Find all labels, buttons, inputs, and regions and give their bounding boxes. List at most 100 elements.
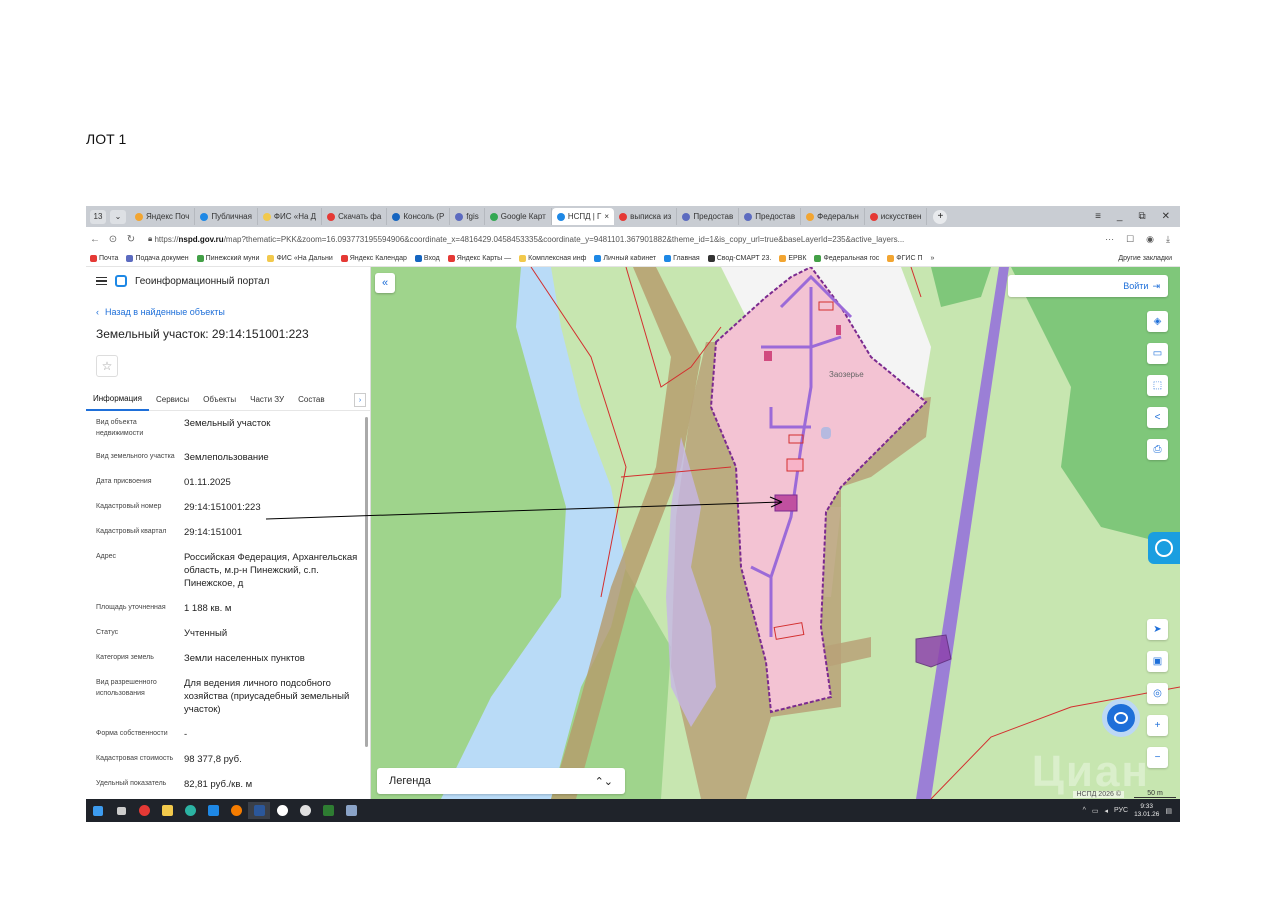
share-icon[interactable]: <	[1147, 407, 1168, 428]
edge-icon[interactable]	[179, 802, 201, 819]
start-icon[interactable]	[87, 802, 109, 819]
browser-tab[interactable]: Google Карт	[485, 208, 552, 225]
bookmarks-more[interactable]: »	[926, 255, 938, 262]
close-tab-icon[interactable]: ×	[604, 212, 609, 221]
download-icon[interactable]: ⤓	[1166, 234, 1170, 245]
bookmark-item[interactable]: Федеральная гос	[810, 255, 883, 262]
attribute-label: Категория земель	[96, 654, 154, 661]
bookmark-item[interactable]: Пинежский муни	[193, 255, 264, 262]
tab-3[interactable]: Части ЗУ	[243, 389, 291, 411]
tab-count-button[interactable]: 13	[90, 209, 106, 224]
chat-button[interactable]	[1102, 699, 1140, 737]
clock[interactable]: 9:33 13.01.26	[1134, 803, 1159, 819]
tab-1[interactable]: Сервисы	[149, 389, 196, 411]
bookmark-item[interactable]: ЕРВК	[775, 255, 810, 262]
tray-arrow-icon[interactable]: ^	[1083, 807, 1086, 814]
restore-icon[interactable]: ⧉	[1138, 211, 1145, 222]
mail-icon[interactable]	[202, 802, 224, 819]
minimap-icon[interactable]: ▣	[1147, 651, 1168, 672]
bookmark-favicon-icon	[267, 255, 275, 262]
attribute-label: Вид объекта недвижимости	[96, 419, 144, 437]
chevron-right-icon[interactable]: ›	[354, 393, 366, 407]
yandex-browser-icon[interactable]	[271, 802, 293, 819]
volume-icon[interactable]: ◂	[1105, 807, 1109, 815]
language-indicator[interactable]: РУС	[1114, 807, 1128, 814]
bookmark-item[interactable]: ФГИС П	[883, 255, 926, 262]
browser-tab[interactable]: выписка из	[614, 208, 678, 225]
attribute-label: Вид разрешенного использования	[96, 679, 157, 697]
login-button[interactable]: Войти ⇥	[1008, 275, 1168, 297]
word-icon[interactable]	[248, 802, 270, 819]
browser-tab[interactable]: Публичная	[195, 208, 258, 225]
url-field[interactable]: 🔒︎ https://nspd.gov.ru/map?thematic=PKK&…	[148, 231, 1095, 248]
other-bookmarks[interactable]: Другие закладки	[1114, 255, 1180, 262]
ruler-icon[interactable]: ▭	[1147, 343, 1168, 364]
zoom-in-icon[interactable]: +	[1147, 715, 1168, 736]
zoom-out-icon[interactable]: −	[1147, 747, 1168, 768]
app-icon[interactable]	[294, 802, 316, 819]
browser-tab[interactable]: Предостав	[677, 208, 740, 225]
bookmark-item[interactable]: Личный кабинет	[590, 255, 660, 262]
minimize-icon[interactable]: _	[1117, 211, 1123, 222]
bookmark-item[interactable]: Вход	[411, 255, 444, 262]
attribute-value: Земельный участок	[184, 418, 271, 429]
bookmark-item[interactable]: Подача докумен	[122, 255, 192, 262]
more-icon[interactable]: ···	[1105, 234, 1114, 245]
tab-label: fgis	[466, 212, 479, 221]
bookmark-item[interactable]: Яндекс Календар	[337, 255, 411, 262]
forward-icon[interactable]: ⊙	[104, 234, 122, 245]
chevron-down-icon[interactable]: ⌄	[110, 209, 126, 224]
locate-icon[interactable]: ➤	[1147, 619, 1168, 640]
tab-4[interactable]: Состав	[291, 389, 332, 411]
bookmark-item[interactable]: Комплексная инф	[515, 255, 590, 262]
bookmark-item[interactable]: Яндекс Карты —	[444, 255, 515, 262]
legend-dropdown[interactable]: Легенда ⌃⌄	[377, 768, 625, 794]
tab-2[interactable]: Объекты	[196, 389, 243, 411]
back-icon[interactable]: ←	[86, 234, 104, 245]
tab-favicon-icon	[392, 212, 401, 221]
browser-tab[interactable]: НСПД | Г ×	[551, 208, 615, 225]
collapse-panel-button[interactable]: «	[375, 273, 395, 293]
browser-tab[interactable]: Яндекс Поч	[130, 208, 196, 225]
extension-icon[interactable]: ◉	[1146, 234, 1154, 245]
side-widget-button[interactable]	[1148, 532, 1180, 564]
bookmark-item[interactable]: Свод-СМАРТ 23.	[704, 255, 776, 262]
geolocation-icon[interactable]: ◎	[1147, 683, 1168, 704]
photo-icon[interactable]	[340, 802, 362, 819]
browser-tab[interactable]: Консоль (Р	[387, 208, 451, 225]
layers-icon[interactable]: ◈	[1147, 311, 1168, 332]
back-link[interactable]: ‹ Назад в найденные объекты	[96, 307, 370, 317]
notifications-icon[interactable]: ▤	[1165, 807, 1172, 815]
map-view[interactable]: « Войти ⇥ ◈ ▭ ⬚ < ⎙ ➤ ▣ ◎ + − Заозерье Л…	[371, 267, 1180, 799]
yandex-icon[interactable]	[133, 802, 155, 819]
reload-icon[interactable]: ↻	[122, 234, 140, 245]
task-view-icon[interactable]	[110, 802, 132, 819]
bookmark-item[interactable]: Главная	[660, 255, 704, 262]
new-tab-icon[interactable]: +	[933, 209, 948, 224]
browser-tab[interactable]: Скачать фа	[322, 208, 388, 225]
tab-0[interactable]: Информация	[86, 389, 149, 411]
browser-tab[interactable]: Федеральн	[801, 208, 865, 225]
attribute-row: Кадастровая стоимость 98 377,8 руб.	[96, 753, 360, 766]
browser-tab[interactable]: Предостав	[739, 208, 802, 225]
select-area-icon[interactable]: ⬚	[1147, 375, 1168, 396]
files-icon[interactable]	[156, 802, 178, 819]
bookmark-item[interactable]: ФИС «На Дальни	[263, 255, 336, 262]
bookmark-icon[interactable]: ☐	[1126, 234, 1134, 245]
excel-icon[interactable]	[317, 802, 339, 819]
menu-icon[interactable]: ≡	[1095, 211, 1101, 222]
browser-tab[interactable]: fgis	[450, 208, 485, 225]
network-icon[interactable]: ▭	[1092, 807, 1099, 815]
attributes-list: Вид объекта недвижимости Земельный участо…	[86, 411, 370, 791]
bookmark-item[interactable]: Почта	[86, 255, 122, 262]
tab-favicon-icon	[619, 212, 628, 221]
favorite-star-icon[interactable]: ☆	[96, 355, 118, 377]
attribute-row: Удельный показатель 82,81 руб./кв. м	[96, 778, 360, 791]
close-icon[interactable]: ✕	[1162, 211, 1170, 222]
print-icon[interactable]: ⎙	[1147, 439, 1168, 460]
menu-burger-icon[interactable]	[96, 277, 107, 285]
browser-tab[interactable]: искусствен	[865, 208, 928, 225]
firefox-icon[interactable]	[225, 802, 247, 819]
browser-tab[interactable]: ФИС «На Д	[258, 208, 323, 225]
panel-scrollbar[interactable]	[365, 417, 368, 747]
